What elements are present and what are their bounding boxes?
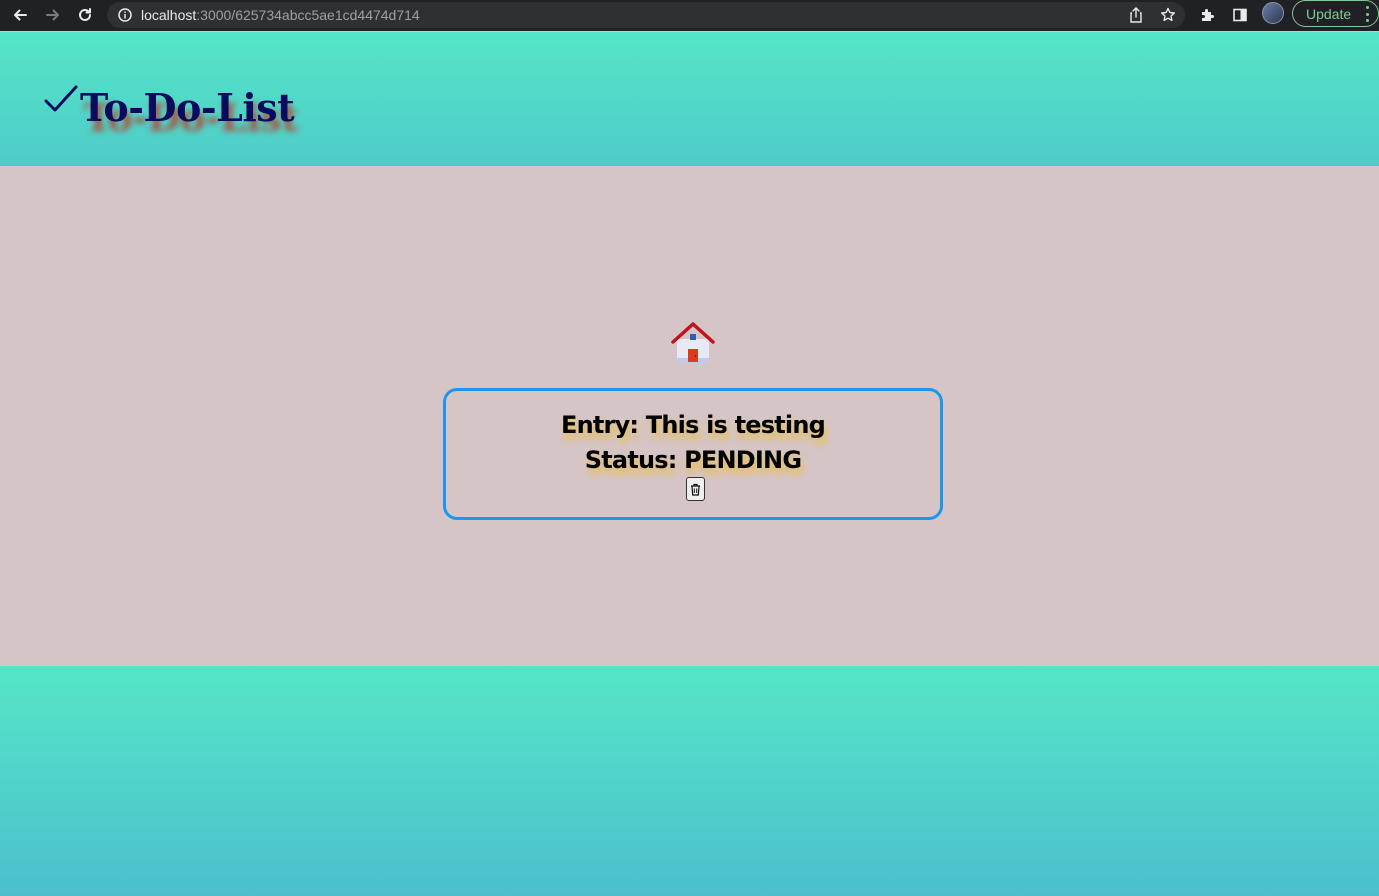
url-path: :3000/625734abcc5ae1cd4474d714: [196, 7, 420, 23]
app-title-text: To-Do-List: [80, 85, 295, 130]
bookmark-star-icon[interactable]: [1159, 6, 1177, 24]
info-icon[interactable]: [116, 6, 134, 24]
address-bar[interactable]: localhost:3000/625734abcc5ae1cd4474d714: [107, 2, 1185, 28]
check-icon: [44, 85, 78, 112]
extensions-puzzle-icon[interactable]: [1197, 4, 1219, 26]
browser-toolbar: localhost:3000/625734abcc5ae1cd4474d714 …: [0, 0, 1379, 31]
update-button[interactable]: Update: [1292, 0, 1379, 27]
trash-icon: [691, 483, 700, 496]
url-text[interactable]: localhost:3000/625734abcc5ae1cd4474d714: [141, 7, 420, 23]
profile-avatar[interactable]: [1262, 2, 1284, 24]
reload-icon[interactable]: [74, 4, 96, 26]
house-icon[interactable]: [670, 320, 716, 366]
main-content: Entry: This is testing Status: PENDING: [0, 166, 1379, 666]
delete-button[interactable]: [686, 477, 705, 501]
forward-arrow-icon[interactable]: [42, 4, 64, 26]
back-arrow-icon[interactable]: [9, 4, 31, 26]
todo-entry-card: Entry: This is testing Status: PENDING: [443, 388, 943, 520]
more-menu-icon[interactable]: [1365, 6, 1369, 22]
entry-status: Status: PENDING: [584, 446, 802, 474]
share-icon[interactable]: [1127, 6, 1145, 24]
entry-text: Entry: This is testing: [561, 411, 826, 439]
url-host: localhost: [141, 7, 197, 23]
app-footer: [0, 666, 1379, 896]
app-header: To-Do-List: [0, 32, 1379, 166]
update-button-label: Update: [1306, 5, 1352, 22]
app-title: To-Do-List: [44, 84, 295, 130]
side-panel-icon[interactable]: [1229, 4, 1251, 26]
